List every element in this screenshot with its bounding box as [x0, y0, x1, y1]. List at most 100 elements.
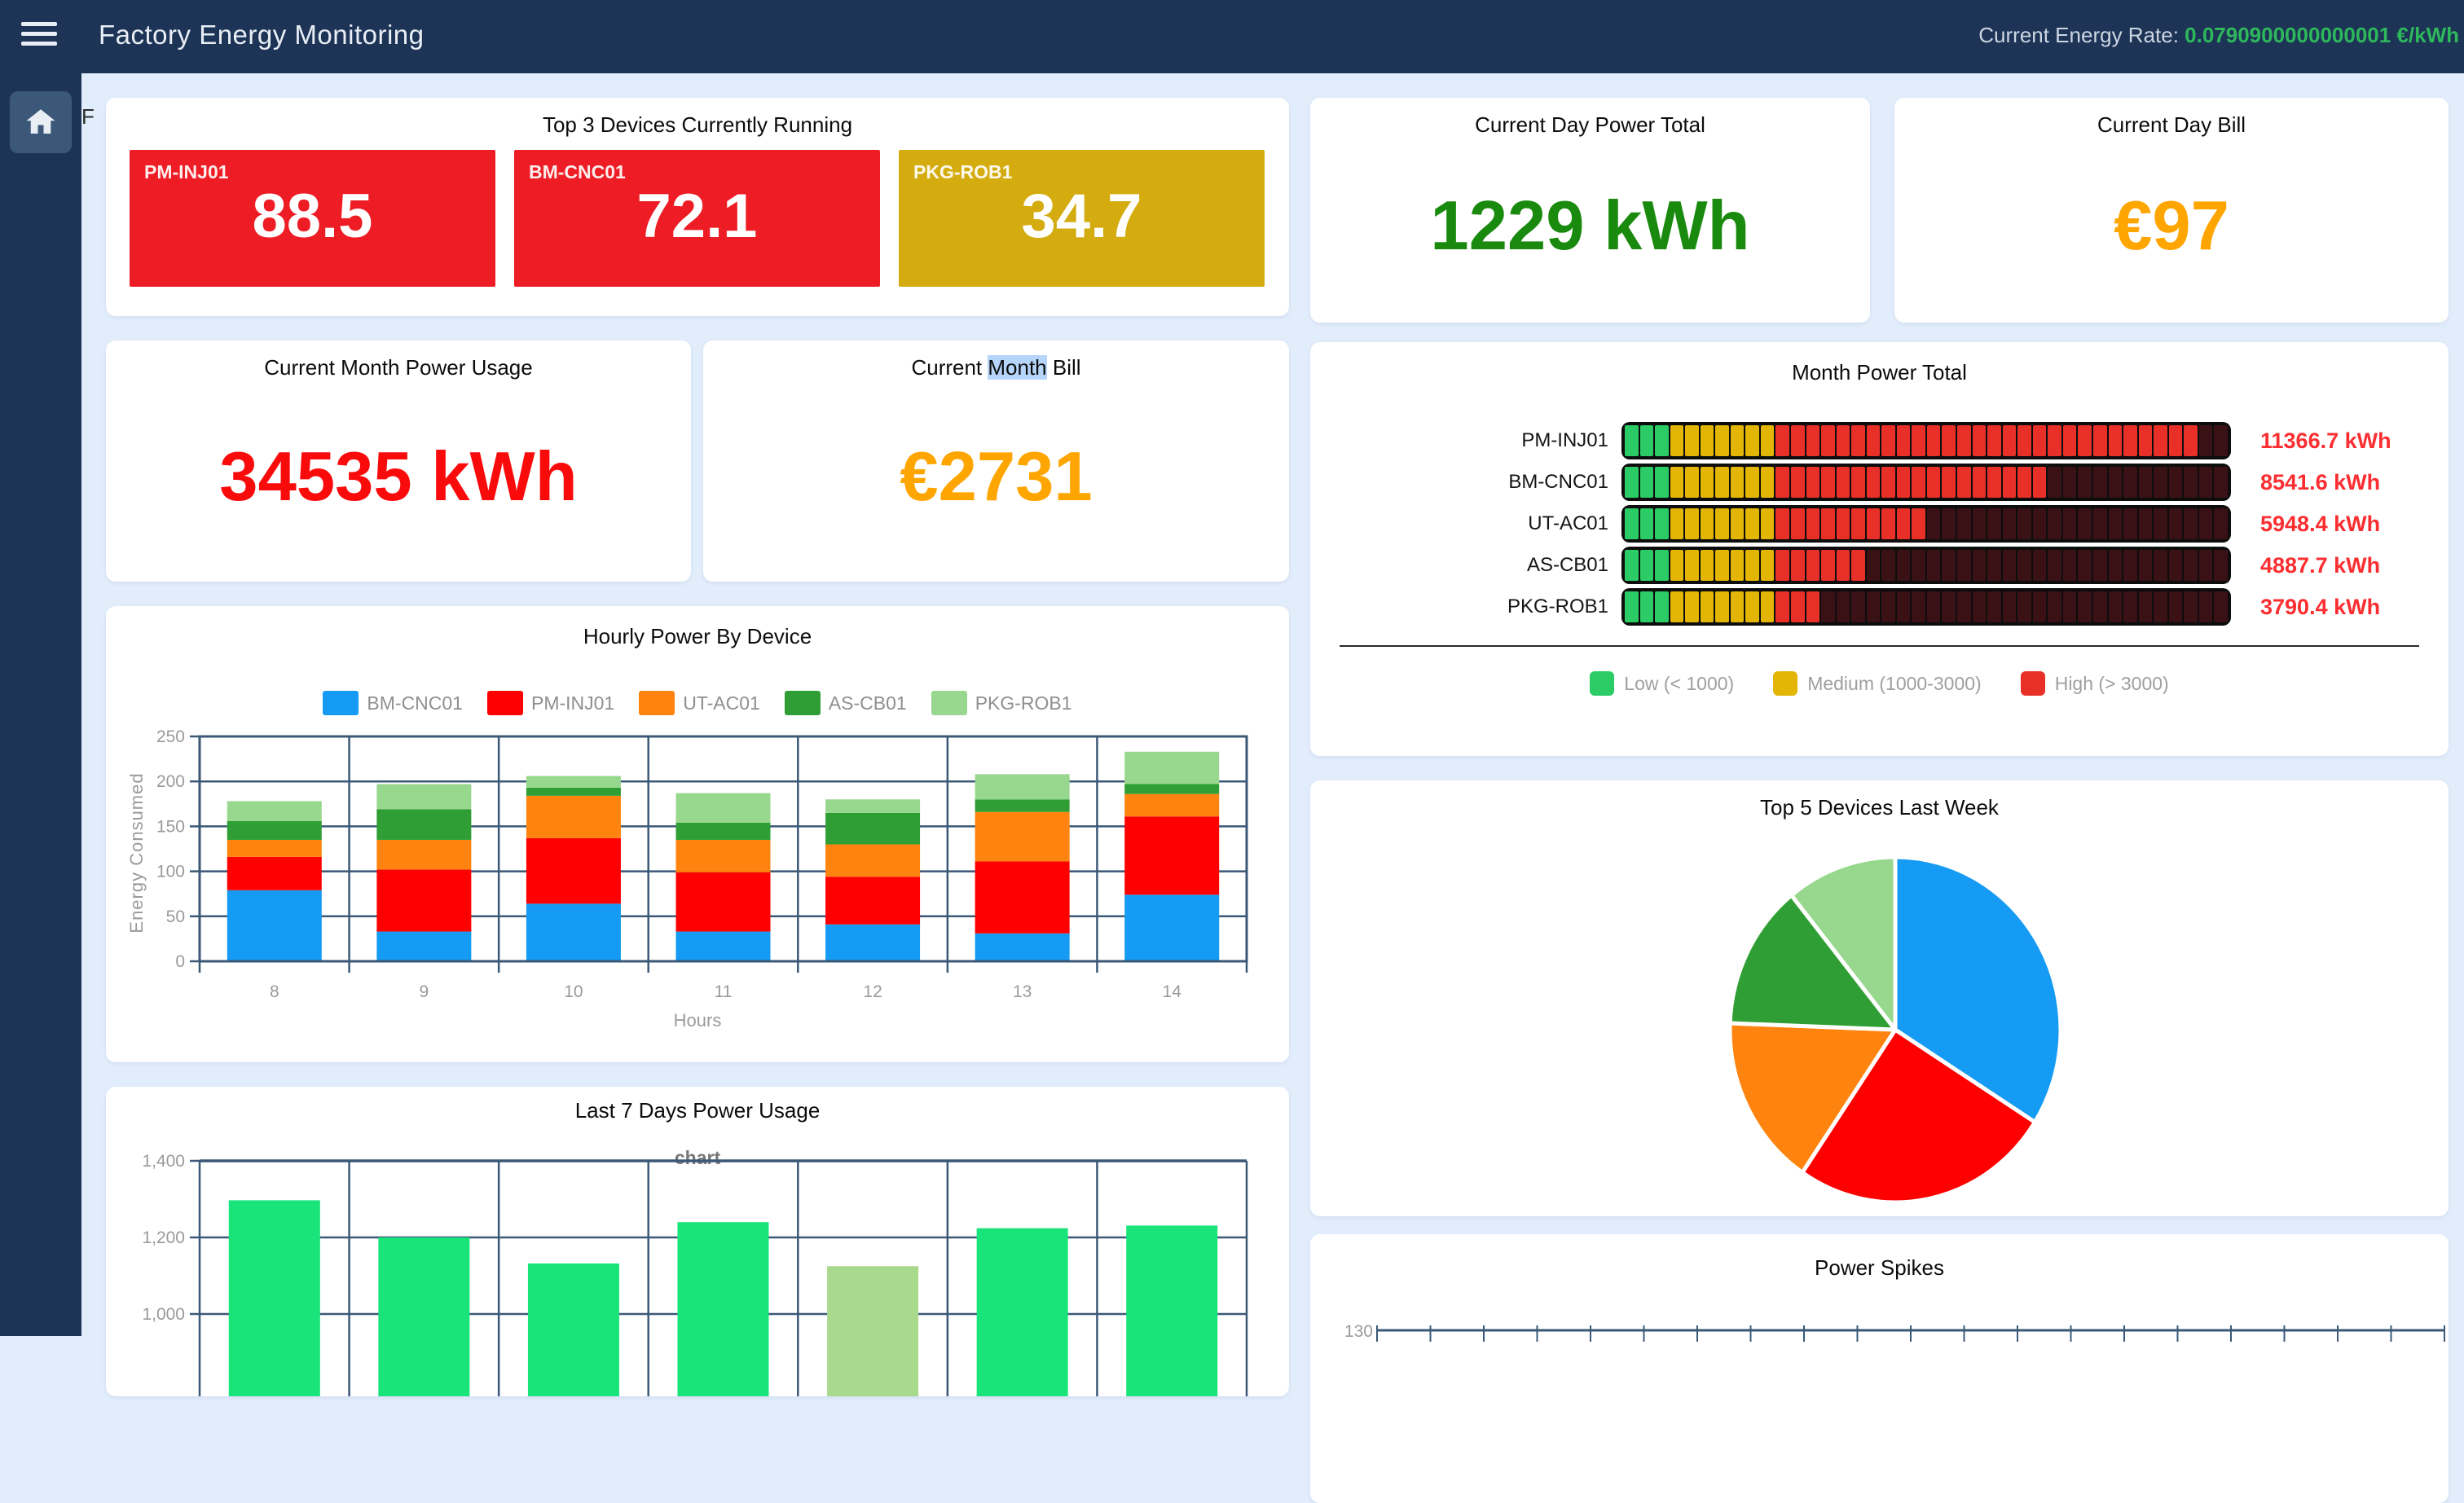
device-power-value: 34.7: [899, 181, 1265, 252]
gauge-segment: [1670, 591, 1684, 622]
panel-top3-devices: Top 3 Devices Currently Running PM-INJ01…: [106, 98, 1289, 316]
gauge-segment: [1837, 467, 1850, 498]
gauge-segment: [1942, 425, 1956, 456]
device-name: PKG-ROB1: [913, 161, 1012, 183]
gauge-segment: [1987, 591, 2001, 622]
legend-swatch: [1590, 671, 1614, 696]
gauge-segment: [1715, 591, 1729, 622]
gauge-segment: [1897, 467, 1911, 498]
panel-last7-days: Last 7 Days Power Usage chart 1,4001,200…: [106, 1087, 1289, 1396]
gauge-segment: [1957, 508, 1971, 539]
gauge-device-label: PKG-ROB1: [1310, 588, 1608, 626]
gauge-segment: [2154, 508, 2167, 539]
gauge-segment: [1851, 425, 1865, 456]
gauge-segment: [1701, 550, 1714, 581]
hourly-stacked-bar-chart[interactable]: 050100150200250891011121314: [106, 606, 1289, 1062]
device-tile-BM-CNC01[interactable]: BM-CNC0172.1: [514, 150, 880, 287]
gauge-segment: [1867, 591, 1881, 622]
gauge-bar[interactable]: [1621, 547, 2231, 584]
kpi-month-bill: €2731: [703, 341, 1289, 582]
gauge-bar[interactable]: [1621, 422, 2231, 459]
gauge-segment: [1821, 550, 1835, 581]
panel-day-bill: Current Day Bill €97: [1894, 98, 2449, 323]
gauge-segment: [2033, 508, 2047, 539]
gauge-segment: [1912, 591, 1925, 622]
gauge-segment: [1701, 508, 1714, 539]
gauge-device-label: BM-CNC01: [1310, 464, 1608, 501]
svg-text:1,400: 1,400: [142, 1152, 185, 1171]
legend-item: High (> 3000): [2021, 671, 2169, 696]
gauge-segment: [2078, 425, 2092, 456]
gauge-row-BM-CNC01: BM-CNC01 8541.6 kWh: [1310, 464, 2449, 501]
gauge-segment: [1987, 550, 2001, 581]
gauge-segment: [1881, 550, 1895, 581]
gauge-segment: [1821, 425, 1835, 456]
gauge-value-label: 8541.6 kWh: [2260, 464, 2380, 501]
kpi-day-power-total: 1229 kWh: [1310, 98, 1870, 323]
gauge-segment: [1821, 467, 1835, 498]
gauge-segment: [1685, 550, 1699, 581]
gauge-segment: [1973, 508, 1987, 539]
gauge-segment: [1957, 591, 1971, 622]
gauge-segment: [1670, 550, 1684, 581]
gauge-bar[interactable]: [1621, 464, 2231, 501]
gauge-segment: [2063, 550, 2077, 581]
power-spikes-chart[interactable]: 130: [1310, 1234, 2449, 1503]
gauge-segment: [1745, 508, 1759, 539]
gauge-segment: [2123, 425, 2137, 456]
gauge-segment: [1775, 425, 1789, 456]
device-tile-PM-INJ01[interactable]: PM-INJ0188.5: [130, 150, 495, 287]
menu-hamburger-icon[interactable]: [21, 22, 57, 51]
energy-rate-value: 0.0790900000000001: [2185, 23, 2391, 47]
gauge-segment: [2063, 467, 2077, 498]
gauge-segment: [2169, 467, 2183, 498]
gauge-segment: [2139, 425, 2153, 456]
gauge-segment: [2078, 550, 2092, 581]
gauge-bar[interactable]: [1621, 588, 2231, 626]
gauge-segment: [1685, 591, 1699, 622]
gauge-segment: [2048, 591, 2061, 622]
last7-bar-chart[interactable]: 1,4001,2001,000: [106, 1087, 1289, 1396]
gauge-segment: [2033, 550, 2047, 581]
gauge-segment: [2184, 591, 2198, 622]
gauge-segment: [2199, 591, 2213, 622]
gauge-segment: [1731, 425, 1745, 456]
gauge-device-label: UT-AC01: [1310, 505, 1608, 543]
device-power-value: 72.1: [514, 181, 880, 252]
gauge-segment: [1670, 508, 1684, 539]
gauge-segment: [2017, 591, 2031, 622]
gauge-segment: [1655, 508, 1669, 539]
gauge-segment: [2048, 467, 2061, 498]
gauge-segment: [1685, 467, 1699, 498]
svg-text:130: 130: [1344, 1322, 1373, 1341]
gauge-segment: [1775, 467, 1789, 498]
gauge-segment: [1791, 467, 1805, 498]
gauge-segment: [1731, 467, 1745, 498]
gauge-segment: [2093, 467, 2107, 498]
gauge-value-label: 11366.7 kWh: [2260, 422, 2391, 459]
gauge-segment: [2003, 508, 2017, 539]
gauge-segment: [2199, 425, 2213, 456]
panel-month-power-total: Month Power Total PM-INJ0111366.7 kWhBM-…: [1310, 342, 2449, 756]
gauge-device-label: PM-INJ01: [1310, 422, 1608, 459]
svg-text:1,200: 1,200: [142, 1228, 185, 1247]
gauge-bar[interactable]: [1621, 505, 2231, 543]
svg-text:8: 8: [270, 982, 279, 1001]
svg-text:14: 14: [1163, 982, 1182, 1001]
gauge-segment: [2154, 550, 2167, 581]
kpi-day-bill: €97: [1894, 98, 2449, 323]
gauge-segment: [1791, 508, 1805, 539]
gauge-segment: [2154, 467, 2167, 498]
gauge-segment: [2017, 425, 2031, 456]
panel-top5-pie: Top 5 Devices Last Week: [1310, 780, 2449, 1216]
panel-hourly-power: Hourly Power By Device BM-CNC01PM-INJ01U…: [106, 606, 1289, 1062]
sidebar-item-home[interactable]: [10, 91, 72, 153]
legend-swatch: [2021, 671, 2045, 696]
device-tile-PKG-ROB1[interactable]: PKG-ROB134.7: [899, 150, 1265, 287]
gauge-segment: [2214, 467, 2228, 498]
panel-month-bill: Current Month Bill €2731: [703, 341, 1289, 582]
gauge-segment: [1881, 467, 1895, 498]
top5-pie-chart[interactable]: [1310, 780, 2449, 1216]
gauge-segment: [1685, 508, 1699, 539]
gauge-segment: [1987, 508, 2001, 539]
